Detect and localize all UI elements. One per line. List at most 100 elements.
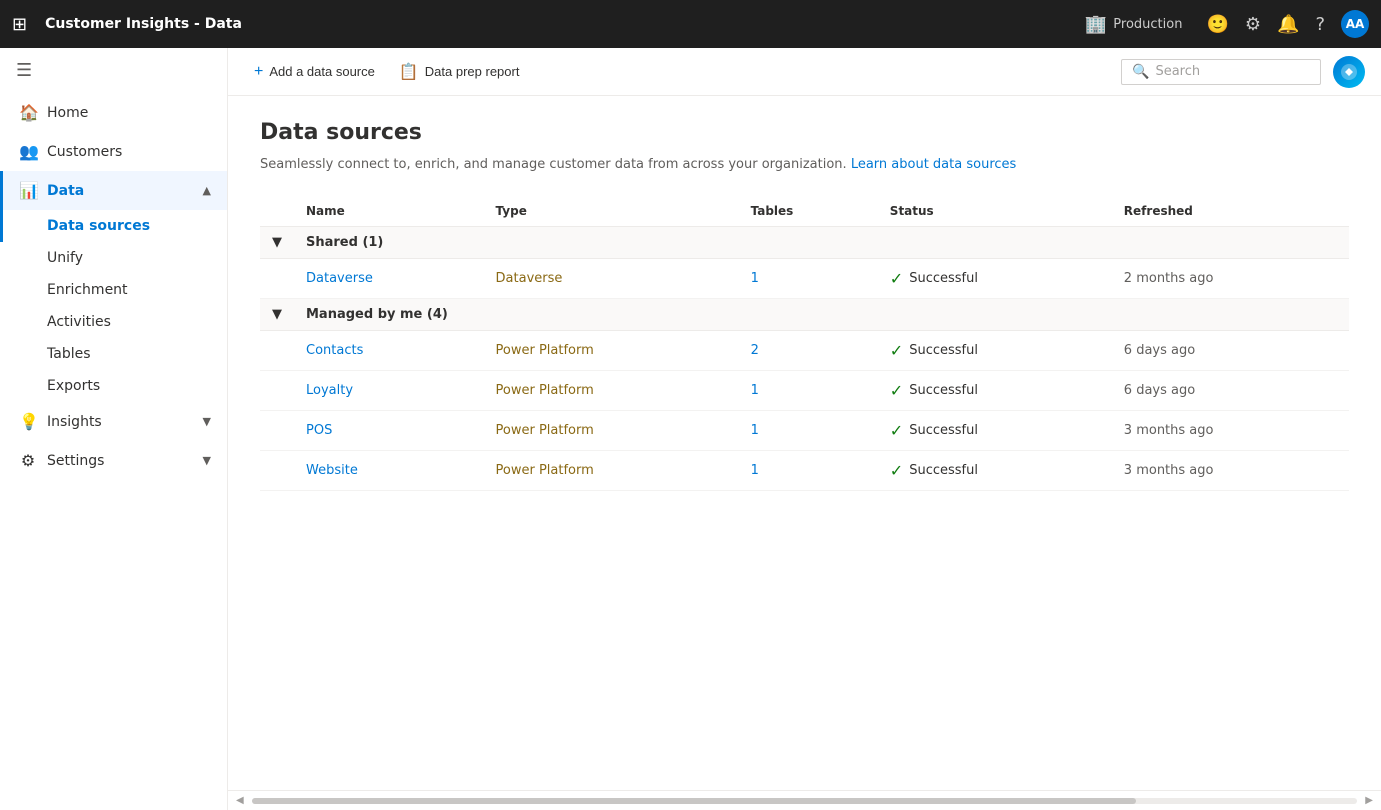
help-icon[interactable]: ? xyxy=(1315,14,1325,35)
row-refreshed-cell: 2 months ago xyxy=(1112,259,1349,299)
customers-icon: 👥 xyxy=(19,142,37,161)
group-chevron-cell: ▼ xyxy=(260,299,294,331)
table-row: Loyalty Power Platform 1 ✓ Successful 6 … xyxy=(260,371,1349,411)
app-title: Customer Insights - Data xyxy=(45,16,1073,32)
topbar-icons: 🙂 ⚙ 🔔 ? AA xyxy=(1206,10,1369,38)
sidebar-subitem-label-activities: Activities xyxy=(47,314,111,330)
row-indent-cell xyxy=(260,411,294,451)
row-status-cell: ✓ Successful xyxy=(878,451,1112,491)
toolbar: + Add a data source 📋 Data prep report 🔍… xyxy=(228,48,1381,96)
datasource-type: Power Platform xyxy=(496,463,594,478)
datasource-tables-count: 1 xyxy=(751,271,759,286)
datasource-name-link[interactable]: Contacts xyxy=(306,343,363,358)
environment-label: Production xyxy=(1113,17,1182,32)
row-name-cell: Website xyxy=(294,451,484,491)
environment-selector[interactable]: 🏢 Production xyxy=(1085,14,1183,35)
sidebar-subitem-enrichment[interactable]: Enrichment xyxy=(0,274,227,306)
row-name-cell: Loyalty xyxy=(294,371,484,411)
add-icon: + xyxy=(254,63,263,81)
add-datasource-label: Add a data source xyxy=(269,64,375,79)
row-name-cell: Contacts xyxy=(294,331,484,371)
row-type-cell: Power Platform xyxy=(484,331,739,371)
row-indent-cell xyxy=(260,371,294,411)
sidebar-subitem-label-data-sources: Data sources xyxy=(47,218,150,234)
status-badge: ✓ Successful xyxy=(890,341,1100,360)
row-type-cell: Dataverse xyxy=(484,259,739,299)
status-text: Successful xyxy=(909,343,978,358)
row-indent-cell xyxy=(260,331,294,371)
scroll-right-btn[interactable]: ▶ xyxy=(1361,795,1377,806)
sidebar-item-home[interactable]: 🏠 Home xyxy=(0,93,227,132)
page-description-text: Seamlessly connect to, enrich, and manag… xyxy=(260,157,847,172)
user-avatar[interactable]: AA xyxy=(1341,10,1369,38)
horizontal-scrollbar[interactable]: ◀ ▶ xyxy=(228,790,1381,810)
sidebar-item-label-customers: Customers xyxy=(47,144,211,160)
learn-more-link[interactable]: Learn about data sources xyxy=(851,157,1016,172)
sidebar-item-insights[interactable]: 💡 Insights ▼ xyxy=(0,402,227,441)
datasource-name-link[interactable]: Loyalty xyxy=(306,383,353,398)
app-brand-icon xyxy=(1333,56,1365,88)
datasource-type: Power Platform xyxy=(496,383,594,398)
sidebar-subitem-tables[interactable]: Tables xyxy=(0,338,227,370)
col-status: Status xyxy=(878,196,1112,227)
page-content: Data sources Seamlessly connect to, enri… xyxy=(228,96,1381,790)
page-description: Seamlessly connect to, enrich, and manag… xyxy=(260,157,1349,172)
topbar: ⊞ Customer Insights - Data 🏢 Production … xyxy=(0,0,1381,48)
refreshed-time: 3 months ago xyxy=(1124,463,1214,478)
table-row: Contacts Power Platform 2 ✓ Successful 6… xyxy=(260,331,1349,371)
datasource-name-link[interactable]: POS xyxy=(306,423,332,438)
datasource-tables-count: 1 xyxy=(751,423,759,438)
settings-icon[interactable]: ⚙ xyxy=(1245,14,1261,35)
row-tables-cell: 1 xyxy=(739,411,878,451)
datasource-type: Dataverse xyxy=(496,271,563,286)
datasource-name-link[interactable]: Website xyxy=(306,463,358,478)
sidebar-item-label-home: Home xyxy=(47,105,211,121)
scroll-thumb xyxy=(252,798,1136,804)
sidebar-item-settings[interactable]: ⚙ Settings ▼ xyxy=(0,441,227,480)
insights-icon: 💡 xyxy=(19,412,37,431)
sidebar-item-customers[interactable]: 👥 Customers xyxy=(0,132,227,171)
grid-icon[interactable]: ⊞ xyxy=(12,14,27,35)
search-placeholder: Search xyxy=(1155,64,1200,79)
row-refreshed-cell: 3 months ago xyxy=(1112,411,1349,451)
sidebar-subitem-label-unify: Unify xyxy=(47,250,83,266)
table-group-row[interactable]: ▼ Shared (1) xyxy=(260,227,1349,259)
row-status-cell: ✓ Successful xyxy=(878,371,1112,411)
row-status-cell: ✓ Successful xyxy=(878,411,1112,451)
chevron-down-icon: ▼ xyxy=(272,307,282,322)
face-icon[interactable]: 🙂 xyxy=(1206,14,1228,35)
page-title: Data sources xyxy=(260,120,1349,145)
sidebar-toggle[interactable]: ☰ xyxy=(0,48,227,93)
notifications-icon[interactable]: 🔔 xyxy=(1277,14,1299,35)
datasource-type: Power Platform xyxy=(496,343,594,358)
content-area: + Add a data source 📋 Data prep report 🔍… xyxy=(228,48,1381,810)
datasource-name-link[interactable]: Dataverse xyxy=(306,271,373,286)
table-group-row[interactable]: ▼ Managed by me (4) xyxy=(260,299,1349,331)
scroll-left-btn[interactable]: ◀ xyxy=(232,795,248,806)
sidebar-subitem-exports[interactable]: Exports xyxy=(0,370,227,402)
add-datasource-button[interactable]: + Add a data source xyxy=(244,57,385,87)
search-box[interactable]: 🔍 Search xyxy=(1121,59,1321,85)
refreshed-time: 6 days ago xyxy=(1124,383,1195,398)
report-icon: 📋 xyxy=(399,62,419,82)
chevron-down-icon: ▼ xyxy=(272,235,282,250)
sidebar-item-data[interactable]: 📊 Data ▲ xyxy=(0,171,227,210)
row-type-cell: Power Platform xyxy=(484,451,739,491)
data-prep-report-button[interactable]: 📋 Data prep report xyxy=(389,56,530,88)
environment-icon: 🏢 xyxy=(1085,14,1107,35)
group-chevron-cell: ▼ xyxy=(260,227,294,259)
status-text: Successful xyxy=(909,271,978,286)
row-status-cell: ✓ Successful xyxy=(878,259,1112,299)
sidebar-subitem-activities[interactable]: Activities xyxy=(0,306,227,338)
row-tables-cell: 1 xyxy=(739,451,878,491)
home-icon: 🏠 xyxy=(19,103,37,122)
row-type-cell: Power Platform xyxy=(484,411,739,451)
sidebar-subitem-data-sources[interactable]: Data sources xyxy=(0,210,227,242)
row-refreshed-cell: 3 months ago xyxy=(1112,451,1349,491)
row-tables-cell: 1 xyxy=(739,259,878,299)
settings-chevron-icon: ▼ xyxy=(203,454,211,467)
sidebar: ☰ 🏠 Home 👥 Customers 📊 Data ▲ Data sourc… xyxy=(0,48,228,810)
status-check-icon: ✓ xyxy=(890,461,903,480)
status-badge: ✓ Successful xyxy=(890,421,1100,440)
sidebar-subitem-unify[interactable]: Unify xyxy=(0,242,227,274)
